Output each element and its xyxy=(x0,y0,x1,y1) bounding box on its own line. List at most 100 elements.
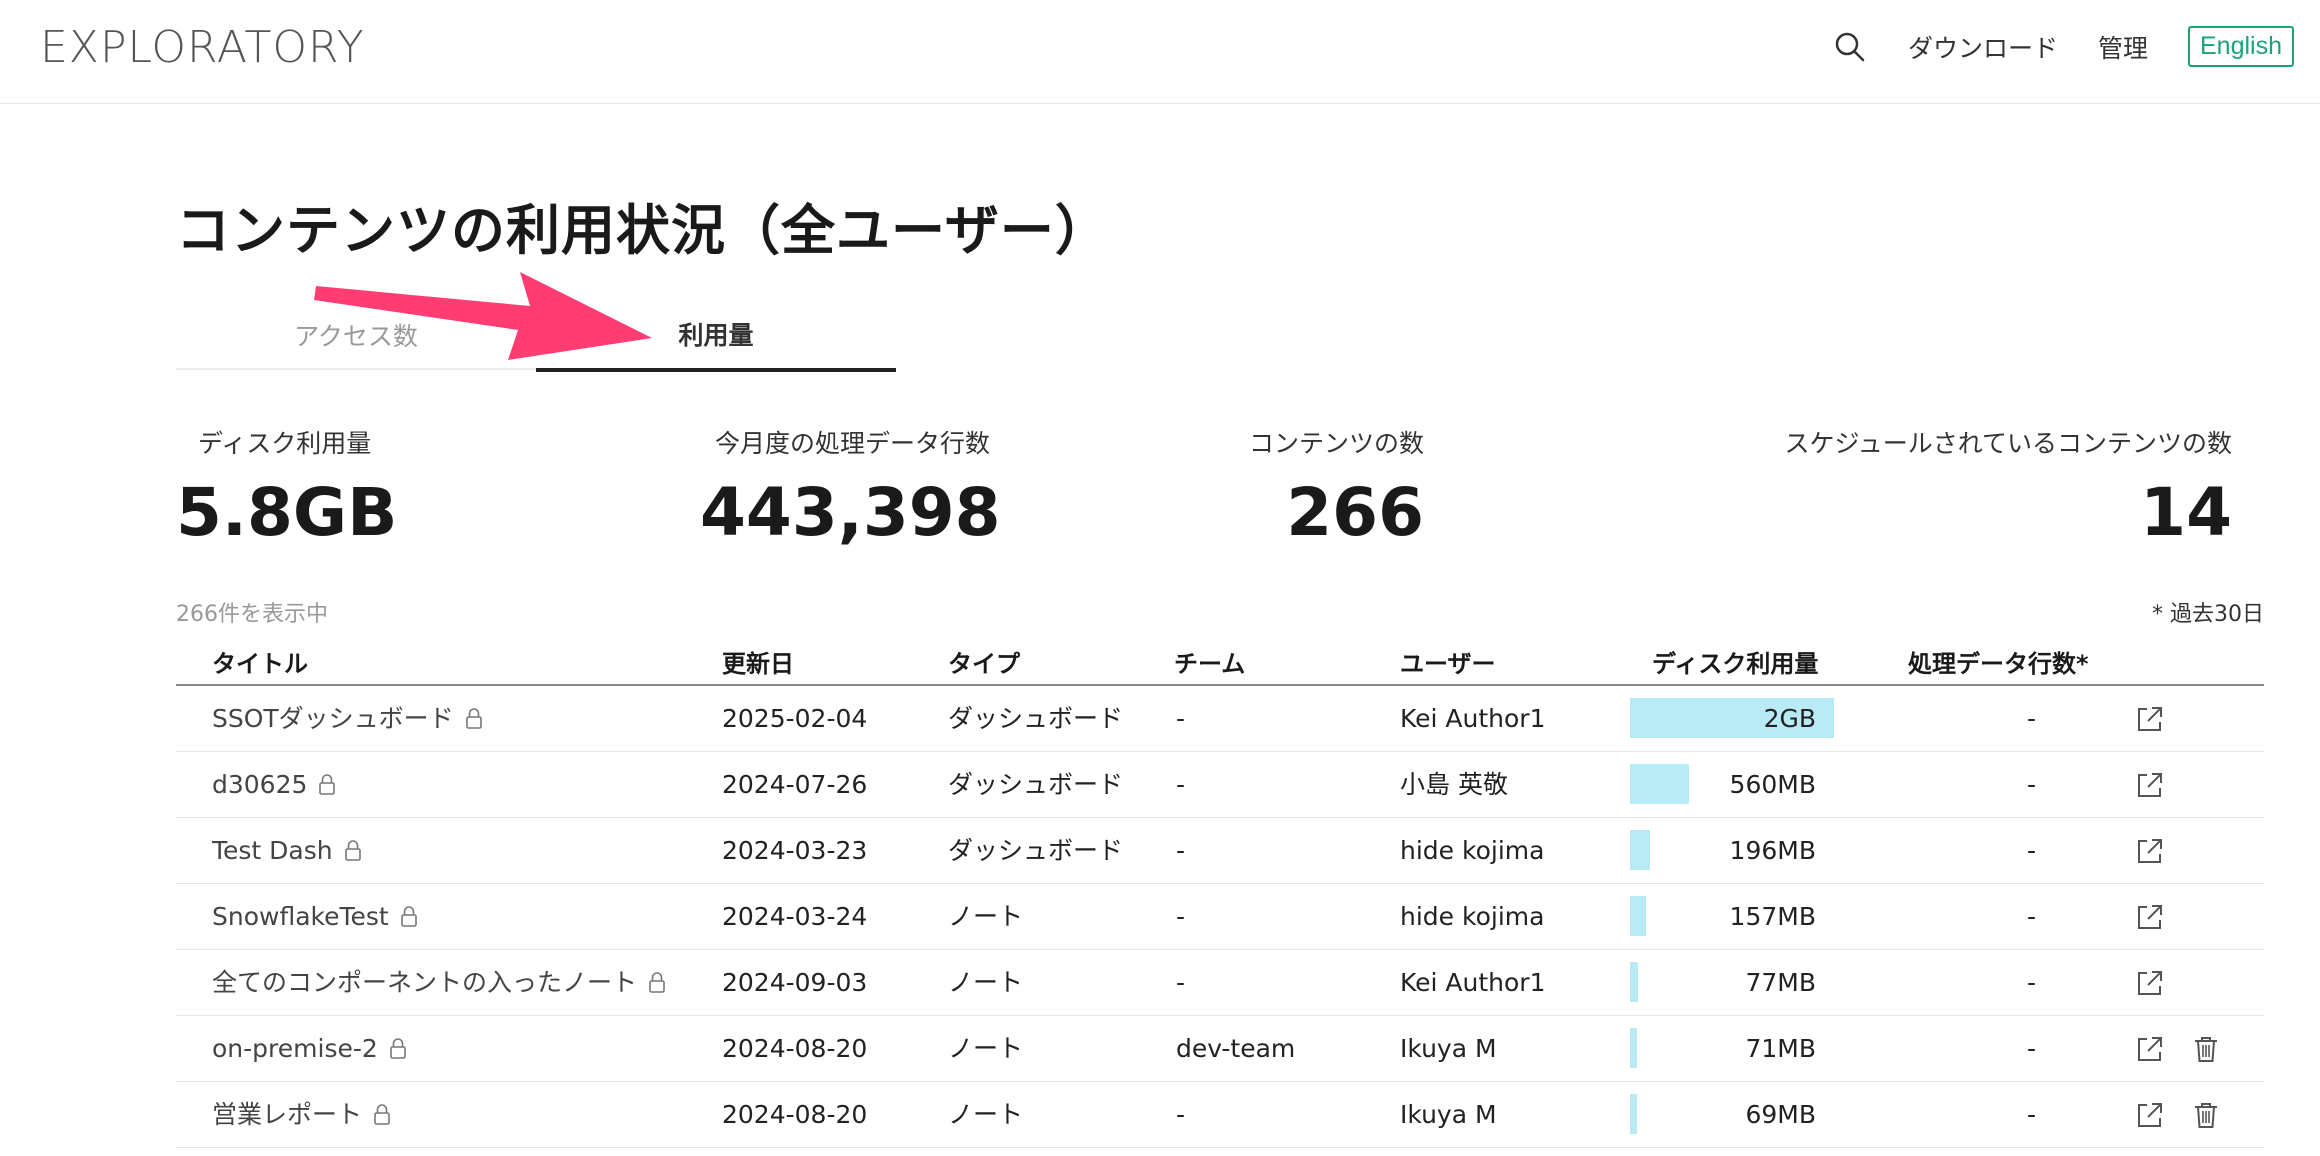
row-processed-rows: - xyxy=(2026,836,2036,865)
row-title[interactable]: on-premise-2 xyxy=(212,1016,406,1082)
row-team: - xyxy=(1176,968,1186,997)
admin-link[interactable]: 管理 xyxy=(2098,29,2148,65)
row-processed-rows: - xyxy=(2026,770,2036,799)
row-title[interactable]: d30625 xyxy=(212,752,336,818)
row-user: hide kojima xyxy=(1400,902,1545,931)
open-external-icon[interactable] xyxy=(2134,1033,2166,1065)
app-logo[interactable]: EXPLORATORY xyxy=(40,22,365,73)
row-disk-usage: 71MB xyxy=(1745,1034,1816,1063)
open-external-icon[interactable] xyxy=(2134,835,2166,867)
row-updated: 2024-03-23 xyxy=(722,836,868,865)
column-team[interactable]: チーム xyxy=(1174,644,1245,679)
table-row[interactable]: 営業レポート 2024-08-20 ノート - Ikuya M 69MB - xyxy=(176,1082,2264,1148)
stat-scheduled-count: スケジュールされているコンテンツの数 14 xyxy=(1760,424,2232,551)
annotation-arrow xyxy=(314,272,652,360)
open-external-icon[interactable] xyxy=(2134,901,2166,933)
row-title-text[interactable]: d30625 xyxy=(212,770,307,799)
table-body: SSOTダッシュボード 2025-02-04 ダッシュボード - Kei Author1… xyxy=(176,686,2264,1148)
row-title-text[interactable]: 全てのコンポーネントの入ったノート xyxy=(212,968,637,997)
row-type: ノート xyxy=(948,968,1024,997)
stat-label: コンテンツの数 xyxy=(1248,429,1424,458)
table-header: タイトル 更新日 タイプ チーム ユーザー ディスク利用量 処理データ行数* xyxy=(176,630,2264,686)
lock-icon xyxy=(374,1084,390,1125)
row-title-text[interactable]: SSOTダッシュボード xyxy=(212,704,454,733)
row-title[interactable]: 営業レポート xyxy=(212,1082,390,1148)
row-title[interactable]: SnowflakeTest xyxy=(212,884,417,950)
lock-icon xyxy=(649,952,665,993)
stat-processed-rows: 今月度の処理データ行数 443,398 xyxy=(700,424,1001,551)
open-external-icon[interactable] xyxy=(2134,769,2166,801)
search-icon[interactable] xyxy=(1832,29,1868,65)
row-disk-usage: 157MB xyxy=(1729,902,1816,931)
row-processed-rows: - xyxy=(2026,704,2036,733)
row-updated: 2025-02-04 xyxy=(722,704,868,733)
download-link[interactable]: ダウンロード xyxy=(1908,29,2058,65)
row-processed-rows: - xyxy=(2026,1034,2036,1063)
row-updated: 2024-09-03 xyxy=(722,968,868,997)
lock-icon xyxy=(389,1018,406,1059)
row-team: dev-team xyxy=(1176,1034,1296,1063)
lock-icon xyxy=(465,688,482,729)
row-disk-usage: 77MB xyxy=(1745,968,1816,997)
column-type[interactable]: タイプ xyxy=(948,644,1020,679)
table-row[interactable]: Test Dash 2024-03-23 ダッシュボード - hide kojima 19… xyxy=(176,818,2264,884)
stat-value: 14 xyxy=(2140,474,2232,551)
row-user: hide kojima xyxy=(1400,836,1545,865)
content-usage-table: タイトル 更新日 タイプ チーム ユーザー ディスク利用量 処理データ行数* S… xyxy=(176,630,2264,1148)
row-title-text[interactable]: on-premise-2 xyxy=(212,1034,378,1063)
row-title[interactable]: 全てのコンポーネントの入ったノート xyxy=(212,950,665,1016)
row-processed-rows: - xyxy=(2026,902,2036,931)
table-row[interactable]: d30625 2024-07-26 ダッシュボード - 小島 英敬 560MB - xyxy=(176,752,2264,818)
stat-disk-usage: ディスク利用量 5.8GB xyxy=(176,424,397,551)
row-user: Ikuya M xyxy=(1400,1034,1497,1063)
table-row[interactable]: SnowflakeTest 2024-03-24 ノート - hide kojima 15… xyxy=(176,884,2264,950)
row-type: ダッシュボード xyxy=(948,770,1124,799)
open-external-icon[interactable] xyxy=(2134,1099,2166,1131)
column-disk-usage[interactable]: ディスク利用量 xyxy=(1652,644,1818,679)
row-processed-rows: - xyxy=(2026,1100,2036,1129)
trash-icon[interactable] xyxy=(2190,1033,2222,1065)
row-user: Kei Author1 xyxy=(1400,704,1546,733)
table-row[interactable]: on-premise-2 2024-08-20 ノート dev-team Ikuya M… xyxy=(176,1016,2264,1082)
page-title: コンテンツの利用状況（全ユーザー） xyxy=(176,199,1110,262)
row-team: - xyxy=(1176,704,1186,733)
open-external-icon[interactable] xyxy=(2134,967,2166,999)
column-processed-rows[interactable]: 処理データ行数* xyxy=(1908,644,2089,679)
row-updated: 2024-07-26 xyxy=(722,770,868,799)
header-nav: ダウンロード 管理 English xyxy=(1832,26,2294,67)
row-disk-usage: 560MB xyxy=(1729,770,1816,799)
row-user: Kei Author1 xyxy=(1400,968,1546,997)
row-type: ノート xyxy=(948,902,1024,931)
trash-icon[interactable] xyxy=(2190,1099,2222,1131)
column-updated[interactable]: 更新日 xyxy=(722,644,794,679)
row-team: - xyxy=(1176,836,1186,865)
row-title-text[interactable]: 営業レポート xyxy=(212,1100,362,1129)
row-user: 小島 英敬 xyxy=(1400,770,1508,799)
row-title-text[interactable]: SnowflakeTest xyxy=(212,902,389,931)
stat-label: 今月度の処理データ行数 xyxy=(714,429,990,458)
column-user[interactable]: ユーザー xyxy=(1400,644,1496,679)
row-team: - xyxy=(1176,1100,1186,1129)
table-row[interactable]: SSOTダッシュボード 2025-02-04 ダッシュボード - Kei Author1… xyxy=(176,686,2264,752)
stat-value: 443,398 xyxy=(700,474,1001,551)
period-note: * 過去30日 xyxy=(2152,602,2264,627)
lock-icon xyxy=(319,754,336,795)
row-disk-usage: 2GB xyxy=(1763,704,1816,733)
stat-label: スケジュールされているコンテンツの数 xyxy=(1784,429,2232,458)
row-title-text[interactable]: Test Dash xyxy=(212,836,333,865)
row-title[interactable]: SSOTダッシュボード xyxy=(212,686,482,752)
row-disk-usage: 69MB xyxy=(1745,1100,1816,1129)
row-type: ノート xyxy=(948,1034,1024,1063)
row-title[interactable]: Test Dash xyxy=(212,818,361,884)
row-type: ダッシュボード xyxy=(948,836,1124,865)
language-toggle-button[interactable]: English xyxy=(2188,26,2294,67)
row-updated: 2024-08-20 xyxy=(722,1034,868,1063)
open-external-icon[interactable] xyxy=(2134,703,2166,735)
top-navigation-bar: EXPLORATORY ダウンロード 管理 English xyxy=(0,0,2320,104)
stat-content-count: コンテンツの数 266 xyxy=(1200,424,1424,551)
column-title[interactable]: タイトル xyxy=(212,644,308,679)
table-row[interactable]: 全てのコンポーネントの入ったノート 2024-09-03 ノート - Kei Autho… xyxy=(176,950,2264,1016)
row-processed-rows: - xyxy=(2026,968,2036,997)
stat-label: ディスク利用量 xyxy=(198,429,372,458)
row-user: Ikuya M xyxy=(1400,1100,1497,1129)
